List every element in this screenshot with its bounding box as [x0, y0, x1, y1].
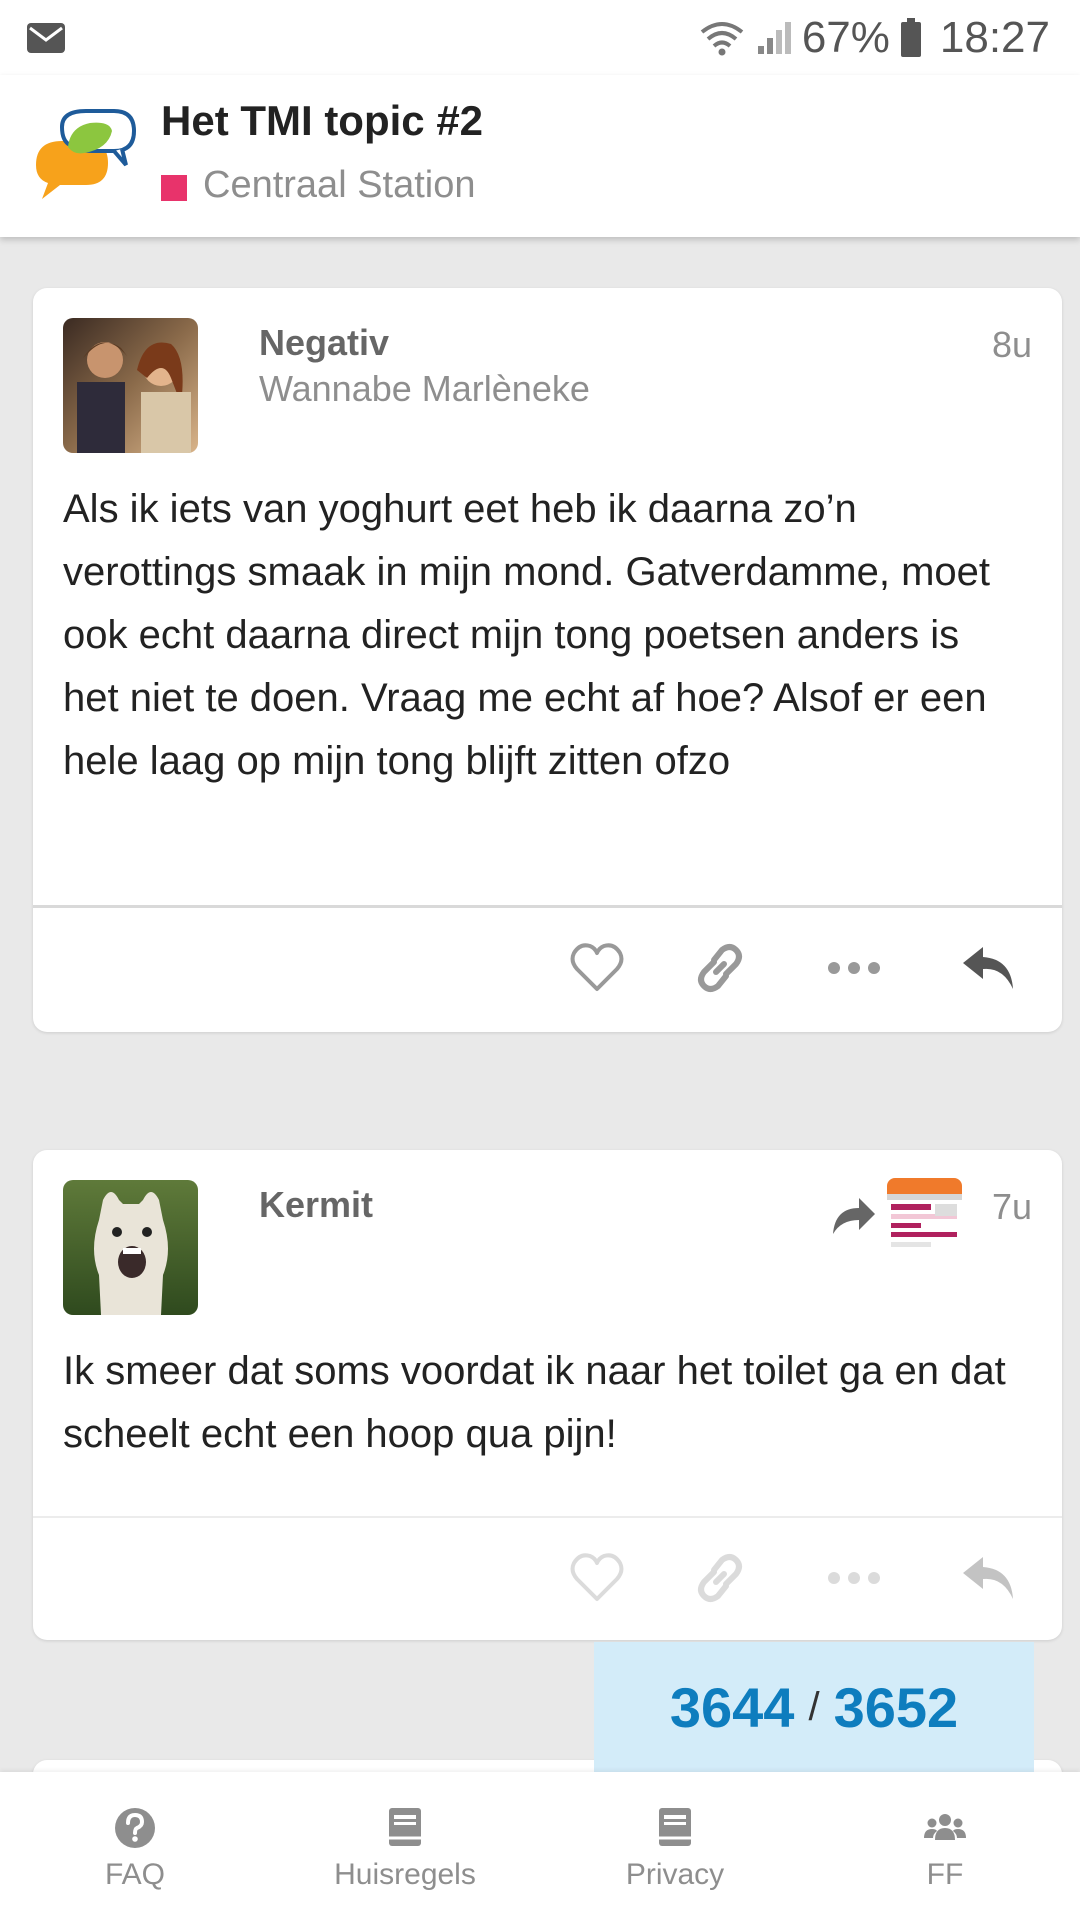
clock: 18:27: [939, 13, 1050, 62]
post-body: Als ik iets van yoghurt eet heb ik daarn…: [63, 487, 991, 783]
link-icon: [698, 944, 742, 992]
topic-title[interactable]: Het TMI topic #2: [161, 97, 483, 145]
mail-icon: [27, 23, 65, 53]
heart-icon: [570, 943, 624, 991]
username[interactable]: Negativ: [259, 322, 389, 364]
category-name[interactable]: Centraal Station: [203, 164, 476, 207]
progress-separator: /: [808, 1684, 820, 1729]
reply-to-avatar[interactable]: [887, 1178, 962, 1253]
reply-button[interactable]: [959, 1548, 1019, 1608]
users-icon: [924, 1814, 966, 1840]
ellipsis-icon: [828, 962, 880, 974]
book-icon: [659, 1808, 691, 1846]
reply-icon: [963, 1557, 1013, 1599]
post-body: Ik smeer dat soms voordat ik naar het to…: [63, 1349, 1006, 1456]
nav-item-faq[interactable]: FAQ: [35, 1772, 235, 1920]
like-button[interactable]: [567, 938, 627, 998]
forum-logo[interactable]: [30, 105, 140, 205]
wifi-icon: [700, 22, 744, 56]
category-badge: [161, 175, 187, 201]
more-button[interactable]: [824, 1548, 884, 1608]
bottom-nav: FAQ Huisregels Privacy FF: [0, 1772, 1080, 1920]
question-icon: [115, 1808, 155, 1848]
battery-icon: [900, 18, 921, 57]
avatar[interactable]: [63, 318, 198, 453]
like-button[interactable]: [567, 1548, 627, 1608]
post-actions: [33, 1518, 1062, 1638]
nav-item-ff[interactable]: FF: [845, 1772, 1045, 1920]
nav-label: Privacy: [625, 1858, 725, 1891]
status-bar: 67% 18:27: [0, 0, 1080, 75]
progress-total: 3652: [833, 1675, 959, 1739]
progress-current: 3644: [669, 1675, 795, 1739]
post-time[interactable]: 7u: [992, 1186, 1032, 1228]
post-card: Negativ Wannabe Marlèneke 8u Als ik iets…: [33, 288, 1062, 1032]
heart-icon: [570, 1553, 624, 1601]
topic-progress[interactable]: 3644 / 3652: [594, 1642, 1034, 1772]
reply-icon: [963, 947, 1013, 989]
topic-header: Het TMI topic #2 Centraal Station: [0, 75, 1080, 237]
share-link-button[interactable]: [690, 1548, 750, 1608]
reply-to-indicator[interactable]: [831, 1178, 962, 1253]
ellipsis-icon: [828, 1572, 880, 1584]
forward-arrow-icon: [833, 1197, 875, 1234]
share-link-button[interactable]: [690, 938, 750, 998]
avatar[interactable]: [63, 1180, 198, 1315]
nav-label: FAQ: [104, 1858, 165, 1891]
post-time[interactable]: 8u: [992, 324, 1032, 366]
book-icon: [389, 1808, 421, 1846]
user-title: Wannabe Marlèneke: [259, 368, 590, 409]
nav-item-huisregels[interactable]: Huisregels: [305, 1772, 505, 1920]
nav-item-privacy[interactable]: Privacy: [575, 1772, 775, 1920]
post-card: Kermit 7u Ik smeer dat soms voordat ik n…: [33, 1150, 1062, 1640]
nav-label: FF: [926, 1858, 964, 1891]
signal-icon: [757, 22, 791, 54]
more-button[interactable]: [824, 938, 884, 998]
nav-label: Huisregels: [334, 1858, 476, 1891]
reply-button[interactable]: [959, 938, 1019, 998]
link-icon: [698, 1554, 742, 1602]
post-actions: [33, 908, 1062, 1028]
battery-percent: 67%: [801, 13, 890, 62]
username[interactable]: Kermit: [259, 1184, 373, 1226]
